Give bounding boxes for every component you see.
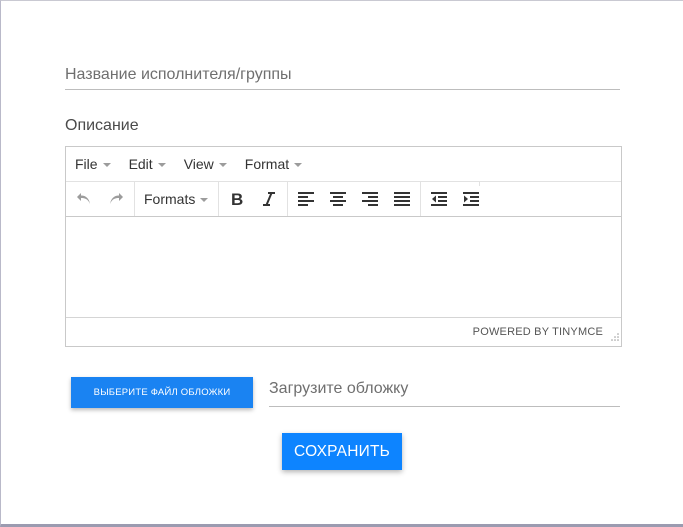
indent-group: [421, 182, 489, 216]
chevron-down-icon: [200, 197, 209, 202]
redo-icon: [110, 193, 123, 204]
text-style-group: B: [219, 182, 289, 216]
chevron-down-icon: [294, 162, 303, 167]
chevron-down-icon: [157, 162, 166, 167]
rich-text-editor: File Edit View Format Formats B POWERED …: [65, 146, 622, 347]
artist-name-field[interactable]: [65, 60, 620, 90]
align-justify-button[interactable]: [386, 182, 418, 216]
chevron-down-icon: [218, 162, 227, 167]
menu-file[interactable]: File: [68, 147, 118, 181]
menu-format-label: Format: [244, 156, 290, 172]
history-group: [66, 182, 135, 216]
save-button[interactable]: Сохранить: [282, 433, 402, 470]
indent-button[interactable]: [455, 182, 487, 216]
cover-upload-field[interactable]: [269, 374, 620, 407]
menu-edit-label: Edit: [128, 156, 153, 172]
cover-upload-input[interactable]: [269, 374, 620, 404]
outdent-button[interactable]: [423, 182, 455, 216]
italic-button[interactable]: [253, 182, 285, 216]
editor-menubar: File Edit View Format: [66, 147, 621, 182]
menu-view-label: View: [183, 156, 214, 172]
outdent-icon: [431, 192, 448, 206]
menu-edit[interactable]: Edit: [122, 147, 173, 181]
menu-view[interactable]: View: [177, 147, 234, 181]
powered-by-link[interactable]: Powered by TinyMCE: [473, 326, 603, 338]
artist-name-input[interactable]: [65, 60, 620, 88]
redo-button[interactable]: [100, 182, 132, 216]
editor-statusbar: Powered by TinyMCE: [66, 318, 621, 345]
choose-cover-file-button[interactable]: Выберите файл обложки: [71, 377, 253, 408]
chevron-down-icon: [102, 162, 111, 167]
align-left-icon: [298, 192, 315, 206]
svg-text:B: B: [231, 191, 243, 207]
align-right-button[interactable]: [354, 182, 386, 216]
toolbar-divider: [479, 182, 480, 186]
undo-button[interactable]: [68, 182, 100, 216]
undo-icon: [77, 193, 90, 204]
menu-file-label: File: [75, 156, 98, 172]
align-left-button[interactable]: [290, 182, 322, 216]
description-label: Описание: [65, 117, 139, 134]
editor-toolbar: Formats B: [66, 182, 621, 217]
align-justify-icon: [394, 192, 411, 206]
alignment-group: [288, 182, 422, 216]
indent-icon: [463, 192, 480, 206]
italic-icon: [263, 192, 276, 206]
resize-handle-icon[interactable]: [609, 333, 619, 343]
align-center-button[interactable]: [322, 182, 354, 216]
bold-icon: B: [231, 191, 243, 207]
menu-format[interactable]: Format: [238, 147, 309, 181]
editor-content-area[interactable]: [66, 217, 621, 318]
align-right-icon: [362, 192, 379, 206]
formats-label: Formats: [144, 191, 196, 207]
formats-group: Formats: [135, 182, 220, 216]
formats-dropdown[interactable]: Formats: [137, 182, 216, 216]
align-center-icon: [330, 192, 347, 206]
bold-button[interactable]: B: [221, 182, 253, 216]
